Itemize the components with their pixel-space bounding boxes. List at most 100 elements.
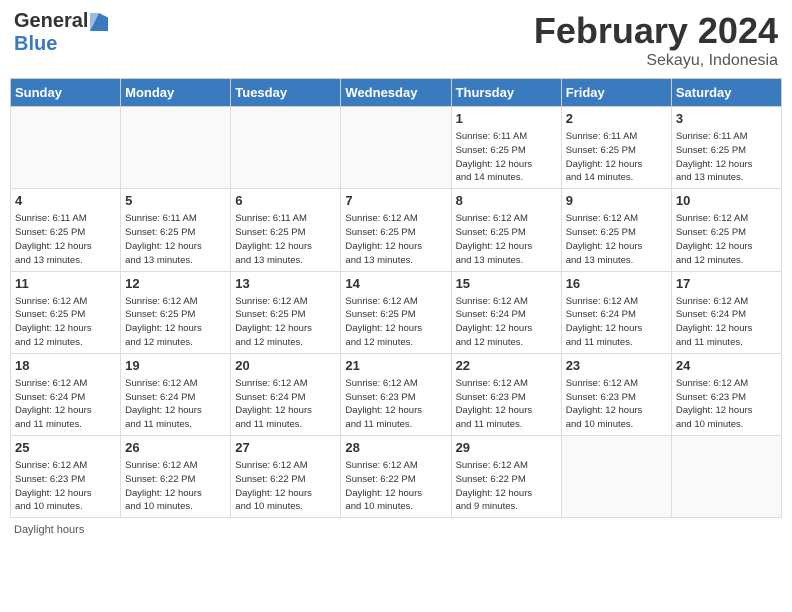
day-number: 28 xyxy=(345,439,446,457)
day-number: 21 xyxy=(345,357,446,375)
table-row: 3 Sunrise: 6:11 AMSunset: 6:25 PMDaylight… xyxy=(671,107,781,189)
logo-icon xyxy=(90,13,108,31)
day-info: Sunrise: 6:12 AMSunset: 6:22 PMDaylight:… xyxy=(345,459,446,514)
day-info: Sunrise: 6:12 AMSunset: 6:23 PMDaylight:… xyxy=(456,377,557,432)
day-number: 8 xyxy=(456,192,557,210)
table-row: 6 Sunrise: 6:11 AMSunset: 6:25 PMDaylight… xyxy=(231,189,341,271)
table-row: 27Sunrise: 6:12 AMSunset: 6:22 PMDayligh… xyxy=(231,436,341,518)
table-row: 13Sunrise: 6:12 AMSunset: 6:25 PMDayligh… xyxy=(231,271,341,353)
day-number: 3 xyxy=(676,110,777,128)
table-row: 10Sunrise: 6:12 AMSunset: 6:25 PMDayligh… xyxy=(671,189,781,271)
day-number: 16 xyxy=(566,275,667,293)
table-row: 24 Sunrise: 6:12 AMSunset: 6:23 PMDayligh… xyxy=(671,353,781,435)
calendar-table: Sunday Monday Tuesday Wednesday Thursday… xyxy=(10,78,782,518)
table-row: 7 Sunrise: 6:12 AMSunset: 6:25 PMDaylight… xyxy=(341,189,451,271)
day-info: Sunrise: 6:11 AMSunset: 6:25 PMDaylight:… xyxy=(15,212,116,267)
calendar-week-1: 1 Sunrise: 6:11 AMSunset: 6:25 PMDaylight… xyxy=(11,107,782,189)
table-row: 16Sunrise: 6:12 AMSunset: 6:24 PMDayligh… xyxy=(561,271,671,353)
day-number: 27 xyxy=(235,439,336,457)
calendar-week-2: 4 Sunrise: 6:11 AMSunset: 6:25 PMDaylight… xyxy=(11,189,782,271)
table-row xyxy=(11,107,121,189)
day-number: 9 xyxy=(566,192,667,210)
calendar-week-4: 18Sunrise: 6:12 AMSunset: 6:24 PMDayligh… xyxy=(11,353,782,435)
logo-blue-text: Blue xyxy=(14,33,57,56)
table-row: 9 Sunrise: 6:12 AMSunset: 6:25 PMDaylight… xyxy=(561,189,671,271)
day-info: Sunrise: 6:12 AMSunset: 6:23 PMDaylight:… xyxy=(676,377,777,432)
daylight-hours-label: Daylight hours xyxy=(14,524,84,536)
day-number: 1 xyxy=(456,110,557,128)
calendar-header-row: Sunday Monday Tuesday Wednesday Thursday… xyxy=(11,79,782,107)
table-row xyxy=(231,107,341,189)
day-number: 10 xyxy=(676,192,777,210)
calendar-week-5: 25 Sunrise: 6:12 AMSunset: 6:23 PMDayligh… xyxy=(11,436,782,518)
day-number: 22 xyxy=(456,357,557,375)
table-row: 2 Sunrise: 6:11 AMSunset: 6:25 PMDaylight… xyxy=(561,107,671,189)
day-number: 23 xyxy=(566,357,667,375)
table-row xyxy=(341,107,451,189)
day-number: 5 xyxy=(125,192,226,210)
day-info: Sunrise: 6:12 AMSunset: 6:25 PMDaylight:… xyxy=(345,212,446,267)
day-number: 2 xyxy=(566,110,667,128)
table-row: 18Sunrise: 6:12 AMSunset: 6:24 PMDayligh… xyxy=(11,353,121,435)
table-row xyxy=(561,436,671,518)
day-info: Sunrise: 6:12 AMSunset: 6:25 PMDaylight:… xyxy=(456,212,557,267)
table-row: 8 Sunrise: 6:12 AMSunset: 6:25 PMDaylight… xyxy=(451,189,561,271)
header: General Blue February 2024 Sekayu, Indon… xyxy=(10,10,782,70)
day-number: 25 xyxy=(15,439,116,457)
calendar-week-3: 11 Sunrise: 6:12 AMSunset: 6:25 PMDayligh… xyxy=(11,271,782,353)
logo: General Blue xyxy=(14,10,108,56)
location-subtitle: Sekayu, Indonesia xyxy=(534,52,778,70)
table-row: 22 Sunrise: 6:12 AMSunset: 6:23 PMDayligh… xyxy=(451,353,561,435)
day-number: 14 xyxy=(345,275,446,293)
table-row: 29Sunrise: 6:12 AMSunset: 6:22 PMDayligh… xyxy=(451,436,561,518)
day-info: Sunrise: 6:12 AMSunset: 6:23 PMDaylight:… xyxy=(15,459,116,514)
day-info: Sunrise: 6:11 AMSunset: 6:25 PMDaylight:… xyxy=(456,130,557,185)
day-info: Sunrise: 6:12 AMSunset: 6:25 PMDaylight:… xyxy=(345,295,446,350)
table-row: 19 Sunrise: 6:12 AMSunset: 6:24 PMDayligh… xyxy=(121,353,231,435)
day-number: 20 xyxy=(235,357,336,375)
day-info: Sunrise: 6:12 AMSunset: 6:23 PMDaylight:… xyxy=(566,377,667,432)
title-area: February 2024 Sekayu, Indonesia xyxy=(534,10,778,70)
table-row: 5Sunrise: 6:11 AMSunset: 6:25 PMDaylight… xyxy=(121,189,231,271)
day-number: 19 xyxy=(125,357,226,375)
day-info: Sunrise: 6:11 AMSunset: 6:25 PMDaylight:… xyxy=(566,130,667,185)
day-info: Sunrise: 6:11 AMSunset: 6:25 PMDaylight:… xyxy=(235,212,336,267)
col-tuesday: Tuesday xyxy=(231,79,341,107)
table-row: 25 Sunrise: 6:12 AMSunset: 6:23 PMDayligh… xyxy=(11,436,121,518)
day-info: Sunrise: 6:12 AMSunset: 6:24 PMDaylight:… xyxy=(235,377,336,432)
table-row: 21Sunrise: 6:12 AMSunset: 6:23 PMDayligh… xyxy=(341,353,451,435)
table-row: 26Sunrise: 6:12 AMSunset: 6:22 PMDayligh… xyxy=(121,436,231,518)
day-number: 15 xyxy=(456,275,557,293)
day-info: Sunrise: 6:12 AMSunset: 6:25 PMDaylight:… xyxy=(235,295,336,350)
table-row: 14 Sunrise: 6:12 AMSunset: 6:25 PMDayligh… xyxy=(341,271,451,353)
footer: Daylight hours xyxy=(10,524,782,536)
day-number: 24 xyxy=(676,357,777,375)
table-row xyxy=(121,107,231,189)
table-row: 12 Sunrise: 6:12 AMSunset: 6:25 PMDayligh… xyxy=(121,271,231,353)
day-number: 6 xyxy=(235,192,336,210)
day-info: Sunrise: 6:12 AMSunset: 6:24 PMDaylight:… xyxy=(125,377,226,432)
day-number: 11 xyxy=(15,275,116,293)
day-info: Sunrise: 6:12 AMSunset: 6:25 PMDaylight:… xyxy=(125,295,226,350)
table-row: 4 Sunrise: 6:11 AMSunset: 6:25 PMDaylight… xyxy=(11,189,121,271)
day-info: Sunrise: 6:12 AMSunset: 6:25 PMDaylight:… xyxy=(15,295,116,350)
day-number: 26 xyxy=(125,439,226,457)
table-row: 17Sunrise: 6:12 AMSunset: 6:24 PMDayligh… xyxy=(671,271,781,353)
col-friday: Friday xyxy=(561,79,671,107)
table-row: 15 Sunrise: 6:12 AMSunset: 6:24 PMDayligh… xyxy=(451,271,561,353)
day-info: Sunrise: 6:11 AMSunset: 6:25 PMDaylight:… xyxy=(676,130,777,185)
day-info: Sunrise: 6:12 AMSunset: 6:24 PMDaylight:… xyxy=(676,295,777,350)
table-row: 28 Sunrise: 6:12 AMSunset: 6:22 PMDayligh… xyxy=(341,436,451,518)
table-row: 20 Sunrise: 6:12 AMSunset: 6:24 PMDayligh… xyxy=(231,353,341,435)
table-row: 23 Sunrise: 6:12 AMSunset: 6:23 PMDayligh… xyxy=(561,353,671,435)
day-number: 4 xyxy=(15,192,116,210)
day-number: 29 xyxy=(456,439,557,457)
table-row xyxy=(671,436,781,518)
day-info: Sunrise: 6:12 AMSunset: 6:25 PMDaylight:… xyxy=(566,212,667,267)
day-number: 7 xyxy=(345,192,446,210)
day-number: 12 xyxy=(125,275,226,293)
col-saturday: Saturday xyxy=(671,79,781,107)
day-info: Sunrise: 6:12 AMSunset: 6:24 PMDaylight:… xyxy=(456,295,557,350)
table-row: 11 Sunrise: 6:12 AMSunset: 6:25 PMDayligh… xyxy=(11,271,121,353)
table-row: 1 Sunrise: 6:11 AMSunset: 6:25 PMDaylight… xyxy=(451,107,561,189)
